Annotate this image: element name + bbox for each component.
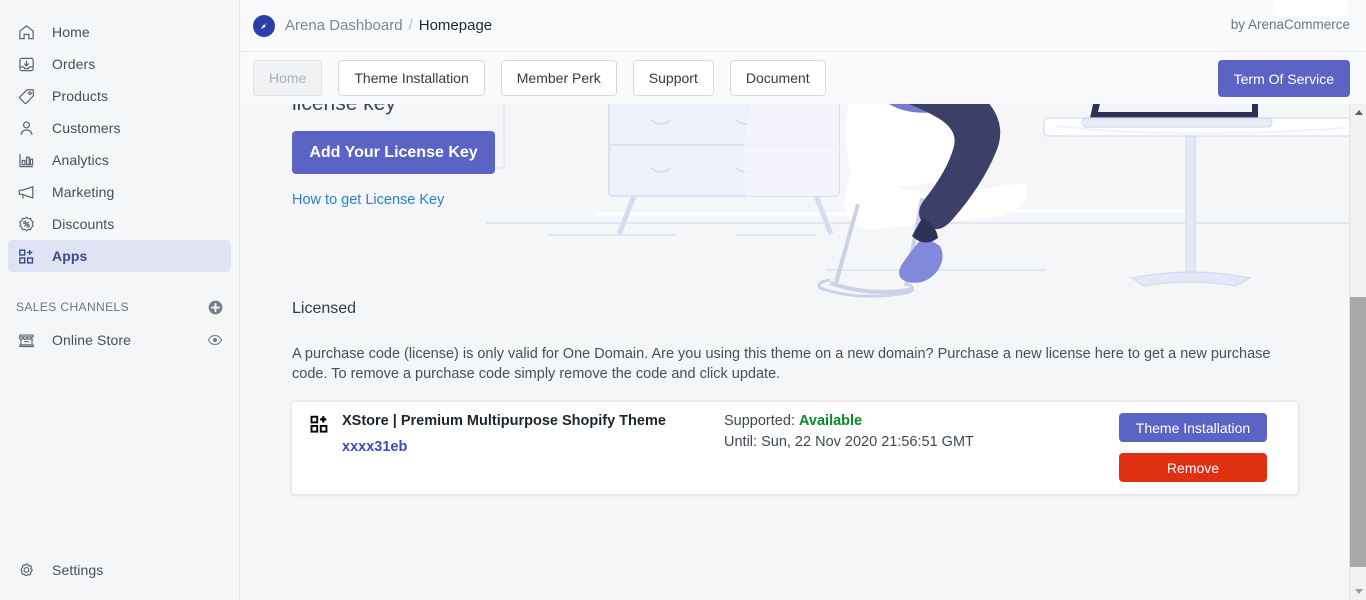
sidebar-item-orders[interactable]: Orders xyxy=(8,48,231,80)
license-until: Until: Sun, 22 Nov 2020 21:56:51 GMT xyxy=(724,434,974,450)
breadcrumb-current: Homepage xyxy=(418,17,493,34)
term-of-service-button[interactable]: Term Of Service xyxy=(1217,60,1350,97)
content-scroll-area: license key Add Your License Key How to … xyxy=(241,104,1366,600)
sidebar-item-discounts[interactable]: Discounts xyxy=(8,208,231,240)
breadcrumb-separator: / xyxy=(408,17,413,34)
licensed-section: Licensed A purchase code (license) is on… xyxy=(241,300,1366,494)
analytics-icon xyxy=(16,150,36,170)
eye-icon[interactable] xyxy=(207,332,223,348)
sidebar-item-label: Online Store xyxy=(52,332,132,348)
gear-icon xyxy=(16,560,36,580)
sidebar-item-home[interactable]: Home xyxy=(8,16,231,48)
hero-heading: license key xyxy=(292,104,396,116)
sales-channels-title: SALES CHANNELS xyxy=(16,300,129,314)
license-theme-name: XStore | Premium Multipurpose Shopify Th… xyxy=(342,413,666,429)
scroll-up-arrow-icon[interactable] xyxy=(1350,104,1366,121)
license-hero-section: license key Add Your License Key How to … xyxy=(241,104,1366,300)
vertical-scrollbar[interactable] xyxy=(1349,104,1366,600)
apps-icon xyxy=(16,246,36,266)
breadcrumb-root[interactable]: Arena Dashboard xyxy=(285,17,403,34)
sidebar-item-products[interactable]: Products xyxy=(8,80,231,112)
sales-channels-header: SALES CHANNELS xyxy=(0,290,239,324)
until-label: Until: xyxy=(724,434,758,450)
sidebar-item-label: Products xyxy=(52,88,109,104)
storefront-icon xyxy=(16,330,36,350)
until-value: Sun, 22 Nov 2020 21:56:51 GMT xyxy=(761,434,974,450)
apps-grid-icon xyxy=(309,414,331,436)
sidebar-settings-row: Settings xyxy=(8,554,232,586)
add-license-key-button[interactable]: Add Your License Key xyxy=(292,131,495,174)
status-badge: Available xyxy=(798,413,863,429)
byline-label: by ArenaCommerce xyxy=(1230,17,1350,32)
supported-label: Supported: xyxy=(724,413,795,429)
licensed-title: Licensed xyxy=(292,300,357,317)
marketing-icon xyxy=(16,182,36,202)
main-region: Arena Dashboard / Homepage by ArenaComme… xyxy=(241,0,1366,600)
sidebar-item-marketing[interactable]: Marketing xyxy=(8,176,231,208)
scrollbar-thumb[interactable] xyxy=(1350,297,1366,567)
theme-installation-button[interactable]: Theme Installation xyxy=(1119,413,1267,442)
how-to-get-license-key-link[interactable]: How to get License Key xyxy=(292,192,444,208)
customers-icon xyxy=(16,118,36,138)
sidebar-item-analytics[interactable]: Analytics xyxy=(8,144,231,176)
sidebar-item-online-store[interactable]: Online Store xyxy=(8,324,231,356)
tab-document[interactable]: Document xyxy=(729,60,826,96)
discounts-icon xyxy=(16,214,36,234)
licensed-description: A purchase code (license) is only valid … xyxy=(292,346,1271,382)
tab-home[interactable]: Home xyxy=(253,60,323,96)
products-icon xyxy=(16,86,36,106)
sidebar-item-label: Discounts xyxy=(52,216,115,232)
sidebar-item-settings[interactable]: Settings xyxy=(8,554,232,586)
orders-icon xyxy=(16,54,36,74)
sidebar-item-label: Customers xyxy=(52,120,121,136)
sidebar-item-label: Settings xyxy=(52,562,104,578)
primary-nav: Home Orders Products Customers Analytics… xyxy=(0,0,239,272)
remove-license-button[interactable]: Remove xyxy=(1119,453,1267,482)
sidebar-item-label: Analytics xyxy=(52,152,109,168)
tab-member-perk[interactable]: Member Perk xyxy=(500,60,617,96)
sidebar: Home Orders Products Customers Analytics… xyxy=(0,0,240,600)
sidebar-item-label: Marketing xyxy=(52,184,115,200)
home-icon xyxy=(16,22,36,42)
sidebar-item-label: Home xyxy=(52,24,90,40)
license-purchase-code[interactable]: xxxx31eb xyxy=(342,439,407,455)
scroll-down-arrow-icon[interactable] xyxy=(1350,583,1366,600)
tab-bar: Home Theme Installation Member Perk Supp… xyxy=(241,52,1366,104)
sidebar-item-apps[interactable]: Apps xyxy=(8,240,231,272)
plus-circle-icon[interactable] xyxy=(208,300,223,315)
rocket-circle-icon xyxy=(253,14,275,37)
sidebar-item-label: Apps xyxy=(52,248,88,264)
sidebar-item-customers[interactable]: Customers xyxy=(8,112,231,144)
top-overlay-panel xyxy=(1274,0,1348,16)
sales-channels-list: Online Store xyxy=(0,324,239,356)
tab-theme-installation[interactable]: Theme Installation xyxy=(338,60,485,96)
person-at-desk-illustration xyxy=(486,104,1366,298)
license-supported-status: Supported: Available xyxy=(724,413,862,429)
license-card: XStore | Premium Multipurpose Shopify Th… xyxy=(292,402,1298,494)
app-topbar: Arena Dashboard / Homepage by ArenaComme… xyxy=(241,0,1366,52)
tab-support[interactable]: Support xyxy=(632,60,714,96)
sidebar-item-label: Orders xyxy=(52,56,96,72)
